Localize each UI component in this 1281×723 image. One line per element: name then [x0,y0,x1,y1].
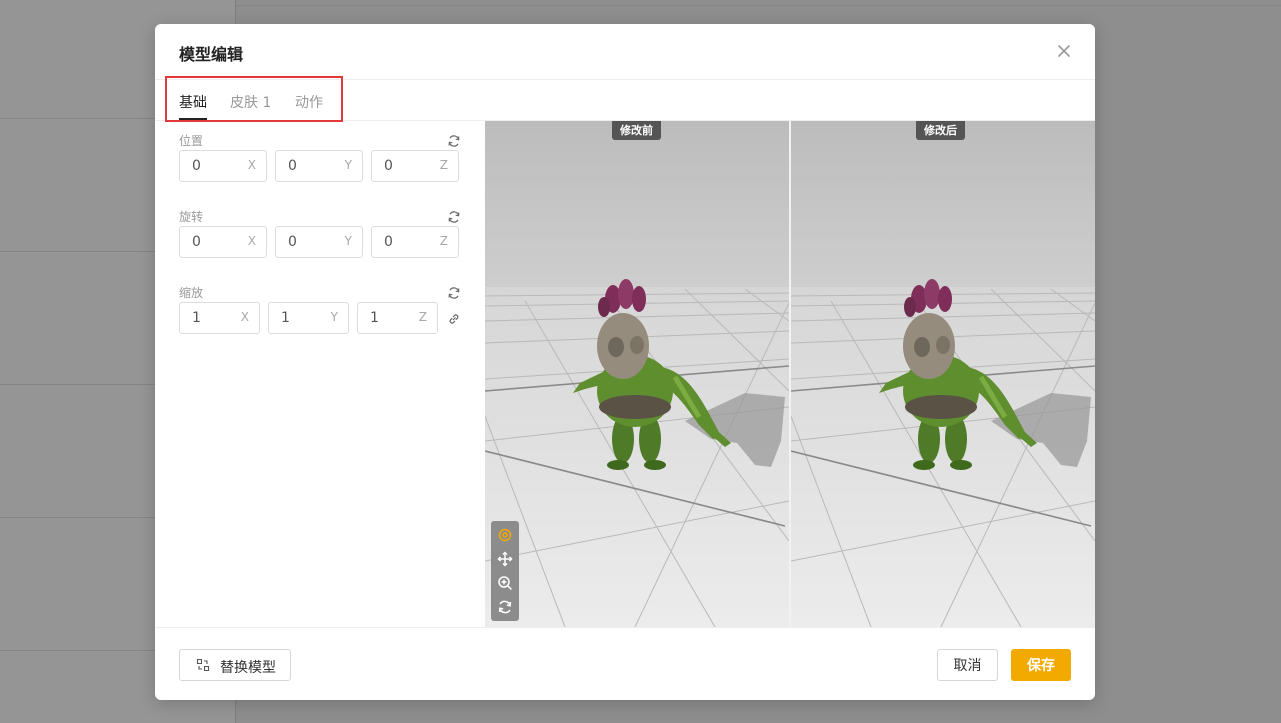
rotation-label: 旋转 [179,210,204,224]
scene-before [485,121,789,627]
dialog-header: 模型编辑 [155,24,1095,80]
scene-after [791,121,1095,627]
axis-suffix: X [247,234,256,248]
replace-model-button[interactable]: 替换模型 [179,649,291,681]
viewer-toolbar [491,521,519,621]
after-badge: 修改后 [916,121,965,140]
rotation-y-input[interactable] [288,234,328,250]
rotate-icon [498,600,512,614]
close-button[interactable] [1053,40,1075,62]
tab-highlight-box [165,76,343,122]
dialog-footer: 替换模型 取消 保存 [155,627,1095,700]
scale-lock-toggle[interactable] [447,311,461,325]
dialog-title: 模型编辑 [179,45,244,64]
preview-before[interactable]: 修改前 [485,121,789,627]
position-z-field[interactable]: Z [371,150,459,182]
model-preview[interactable]: 修改前 修改后 [485,121,1095,627]
rotation-y-field[interactable]: Y [275,226,363,258]
rotation-reset-button[interactable] [447,209,461,223]
scale-y-input[interactable] [281,310,321,326]
axis-suffix: Z [418,310,427,324]
model-edit-dialog: 模型编辑 基础 皮肤 1 动作 位置 0 X 0 Y 0 Z 旋转 0 X 0 … [155,24,1095,700]
rotation-x-input[interactable] [192,234,232,250]
close-icon [1058,45,1070,57]
transform-panel: 位置 X Y Z [155,121,485,627]
zoom-tool-button[interactable] [497,575,513,591]
rotate-tool-button[interactable] [497,599,513,615]
position-y-input[interactable] [288,158,328,174]
refresh-icon [448,287,460,299]
scale-z-field[interactable]: Z [357,302,438,334]
axis-suffix: Y [344,234,352,248]
axis-suffix: Y [344,158,352,172]
pan-tool-button[interactable] [497,551,513,567]
preview-after[interactable]: 修改后 [791,121,1095,627]
rotation-x-field[interactable]: X [179,226,267,258]
axis-suffix: Z [439,158,448,172]
backdrop-divider [236,5,1281,6]
target-icon [498,528,512,542]
refresh-icon [448,135,460,147]
position-y-field[interactable]: Y [275,150,363,182]
axis-suffix: Z [439,234,448,248]
axis-suffix: Y [330,310,338,324]
scale-z-input[interactable] [370,310,410,326]
before-badge: 修改前 [612,121,661,140]
scale-label: 缩放 [179,286,204,300]
rotation-z-field[interactable]: Z [371,226,459,258]
rotation-z-input[interactable] [384,234,424,250]
refresh-icon [448,211,460,223]
swap-icon [196,658,210,672]
position-x-field[interactable]: X [179,150,267,182]
position-x-input[interactable] [192,158,232,174]
axis-suffix: X [247,158,256,172]
focus-tool-button[interactable] [497,527,513,543]
link-icon [449,314,459,324]
position-reset-button[interactable] [447,133,461,147]
axis-suffix: X [240,310,249,324]
zoom-in-icon [498,576,513,591]
position-label: 位置 [179,134,204,148]
scale-y-field[interactable]: Y [268,302,349,334]
position-z-input[interactable] [384,158,424,174]
scale-reset-button[interactable] [447,285,461,299]
scale-x-field[interactable]: X [179,302,260,334]
scale-x-input[interactable] [192,310,232,326]
move-icon [497,551,513,567]
replace-model-label: 替换模型 [220,660,276,676]
save-button[interactable]: 保存 [1011,649,1071,681]
cancel-button[interactable]: 取消 [937,649,998,681]
